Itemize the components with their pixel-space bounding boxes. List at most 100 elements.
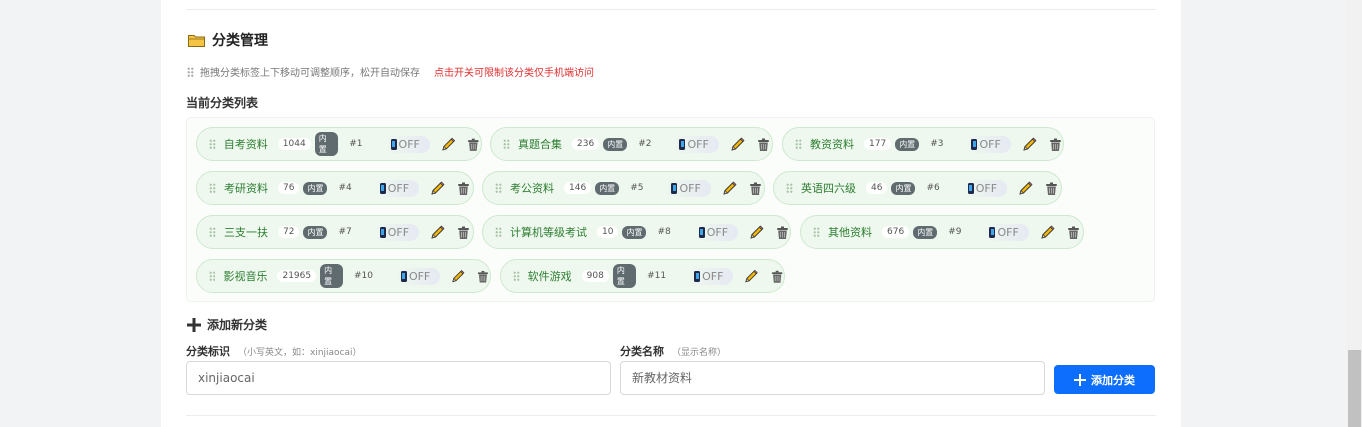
builtin-badge: 内置 (895, 137, 920, 151)
scrollbar-thumb[interactable] (1348, 350, 1361, 427)
mobile-only-toggle[interactable]: OFF (384, 135, 430, 153)
category-name: 考公资料 (510, 182, 554, 195)
category-chip[interactable]: 考研资料 76 内置 #4 OFF (196, 171, 474, 205)
edit-pencil-icon[interactable] (722, 181, 737, 196)
mobile-only-toggle[interactable]: OFF (394, 267, 441, 285)
drag-handle-icon[interactable] (795, 139, 802, 149)
edit-pencil-icon[interactable] (451, 269, 465, 284)
mobile-only-toggle[interactable]: OFF (688, 267, 734, 285)
edit-pencil-icon[interactable] (730, 137, 745, 152)
drag-handle-icon[interactable] (209, 271, 216, 281)
edit-pencil-icon[interactable] (1018, 181, 1033, 196)
category-count: 76 (278, 182, 300, 194)
trash-icon[interactable] (466, 137, 481, 152)
section-header: 分类管理 (188, 30, 268, 50)
category-name: 其他资料 (828, 226, 872, 239)
category-count: 1044 (277, 138, 311, 150)
phone-icon (698, 226, 705, 238)
drag-handle-icon (187, 66, 194, 77)
category-chip[interactable]: 影视音乐 21965 内置 #10 OFF (196, 259, 491, 293)
category-count: 676 (882, 226, 910, 238)
category-chip[interactable]: 其他资料 676 内置 #9 OFF (800, 215, 1084, 249)
key-label: 分类标识 (186, 345, 230, 358)
trash-icon[interactable] (770, 269, 784, 284)
mobile-only-toggle[interactable]: OFF (961, 179, 1008, 197)
toggle-state: OFF (687, 137, 709, 151)
mobile-only-toggle[interactable]: OFF (673, 135, 719, 153)
category-name: 英语四六级 (801, 182, 856, 195)
trash-icon[interactable] (476, 269, 490, 284)
builtin-badge: 内置 (622, 225, 647, 239)
drag-handle-icon[interactable] (813, 227, 820, 237)
category-name: 真题合集 (518, 138, 562, 151)
toggle-state: OFF (398, 137, 420, 151)
category-order: #1 (349, 139, 363, 149)
folder-icon (188, 34, 205, 47)
mobile-only-toggle[interactable]: OFF (965, 135, 1011, 153)
mobile-only-toggle[interactable]: OFF (373, 223, 420, 241)
category-chip[interactable]: 计算机等级考试 10 内置 #8 OFF (482, 215, 791, 249)
edit-pencil-icon[interactable] (749, 225, 764, 240)
category-count: 236 (572, 138, 600, 150)
drag-handle-icon[interactable] (786, 183, 793, 193)
category-chip[interactable]: 教资资料 177 内置 #3 OFF (782, 127, 1064, 161)
mobile-only-toggle[interactable]: OFF (983, 223, 1029, 241)
trash-icon[interactable] (1048, 137, 1063, 152)
drag-handle-icon[interactable] (503, 139, 510, 149)
mobile-only-toggle[interactable]: OFF (665, 179, 711, 197)
trash-icon[interactable] (748, 181, 763, 196)
phone-icon (379, 226, 386, 238)
drag-handle-icon[interactable] (513, 271, 520, 281)
category-name: 教资资料 (810, 138, 854, 151)
hint-row: 拖拽分类标签上下移动可调整顺序，松开自动保存 点击开关可限制该分类仅手机端访问 (187, 64, 594, 79)
toggle-state: OFF (408, 269, 431, 283)
drag-handle-icon[interactable] (495, 227, 502, 237)
edit-pencil-icon[interactable] (744, 269, 759, 284)
category-name-input[interactable] (620, 361, 1045, 395)
toggle-state: OFF (702, 269, 724, 283)
edit-pencil-icon[interactable] (1022, 137, 1037, 152)
phone-icon (989, 226, 996, 238)
builtin-badge: 内置 (303, 181, 328, 195)
trash-icon[interactable] (1066, 225, 1081, 240)
category-chip[interactable]: 三支一扶 72 内置 #7 OFF (196, 215, 474, 249)
add-category-button[interactable]: 添加分类 (1054, 365, 1155, 394)
builtin-badge: 内置 (314, 132, 339, 156)
mobile-only-toggle[interactable]: OFF (373, 179, 420, 197)
category-chip[interactable]: 软件游戏 908 内置 #11 OFF (500, 259, 785, 293)
edit-pencil-icon[interactable] (430, 181, 445, 196)
trash-icon[interactable] (456, 181, 471, 196)
mobile-only-toggle[interactable]: OFF (692, 223, 739, 241)
category-chip[interactable]: 英语四六级 46 内置 #6 OFF (773, 171, 1062, 205)
builtin-badge: 内置 (320, 264, 343, 288)
divider (186, 415, 1156, 416)
drag-handle-icon[interactable] (209, 227, 216, 237)
edit-pencil-icon[interactable] (430, 225, 445, 240)
drag-handle-icon[interactable] (495, 183, 502, 193)
category-key-input[interactable] (186, 361, 611, 395)
edit-pencil-icon[interactable] (1040, 225, 1055, 240)
category-name: 计算机等级考试 (510, 226, 587, 239)
trash-icon[interactable] (756, 137, 771, 152)
trash-icon[interactable] (456, 225, 471, 240)
mobile-toggle-hint: 点击开关可限制该分类仅手机端访问 (434, 68, 594, 79)
category-chip[interactable]: 自考资料 1044 内置 #1 OFF (196, 127, 482, 161)
category-name: 考研资料 (224, 182, 268, 195)
category-count: 21965 (277, 270, 317, 282)
toggle-state: OFF (975, 181, 998, 195)
section-title: 分类管理 (212, 33, 268, 49)
category-chip[interactable]: 考公资料 146 内置 #5 OFF (482, 171, 765, 205)
toggle-state: OFF (387, 181, 410, 195)
drag-handle-icon[interactable] (209, 183, 216, 193)
category-count: 177 (864, 138, 892, 150)
toggle-state: OFF (387, 225, 410, 239)
category-count: 10 (597, 226, 619, 238)
toggle-state: OFF (679, 181, 701, 195)
trash-icon[interactable] (1044, 181, 1059, 196)
drag-handle-icon[interactable] (209, 139, 216, 149)
edit-pencil-icon[interactable] (441, 137, 456, 152)
category-chip[interactable]: 真题合集 236 内置 #2 OFF (490, 127, 773, 161)
category-order: #3 (930, 139, 944, 149)
plus-icon (187, 317, 201, 332)
trash-icon[interactable] (775, 225, 790, 240)
